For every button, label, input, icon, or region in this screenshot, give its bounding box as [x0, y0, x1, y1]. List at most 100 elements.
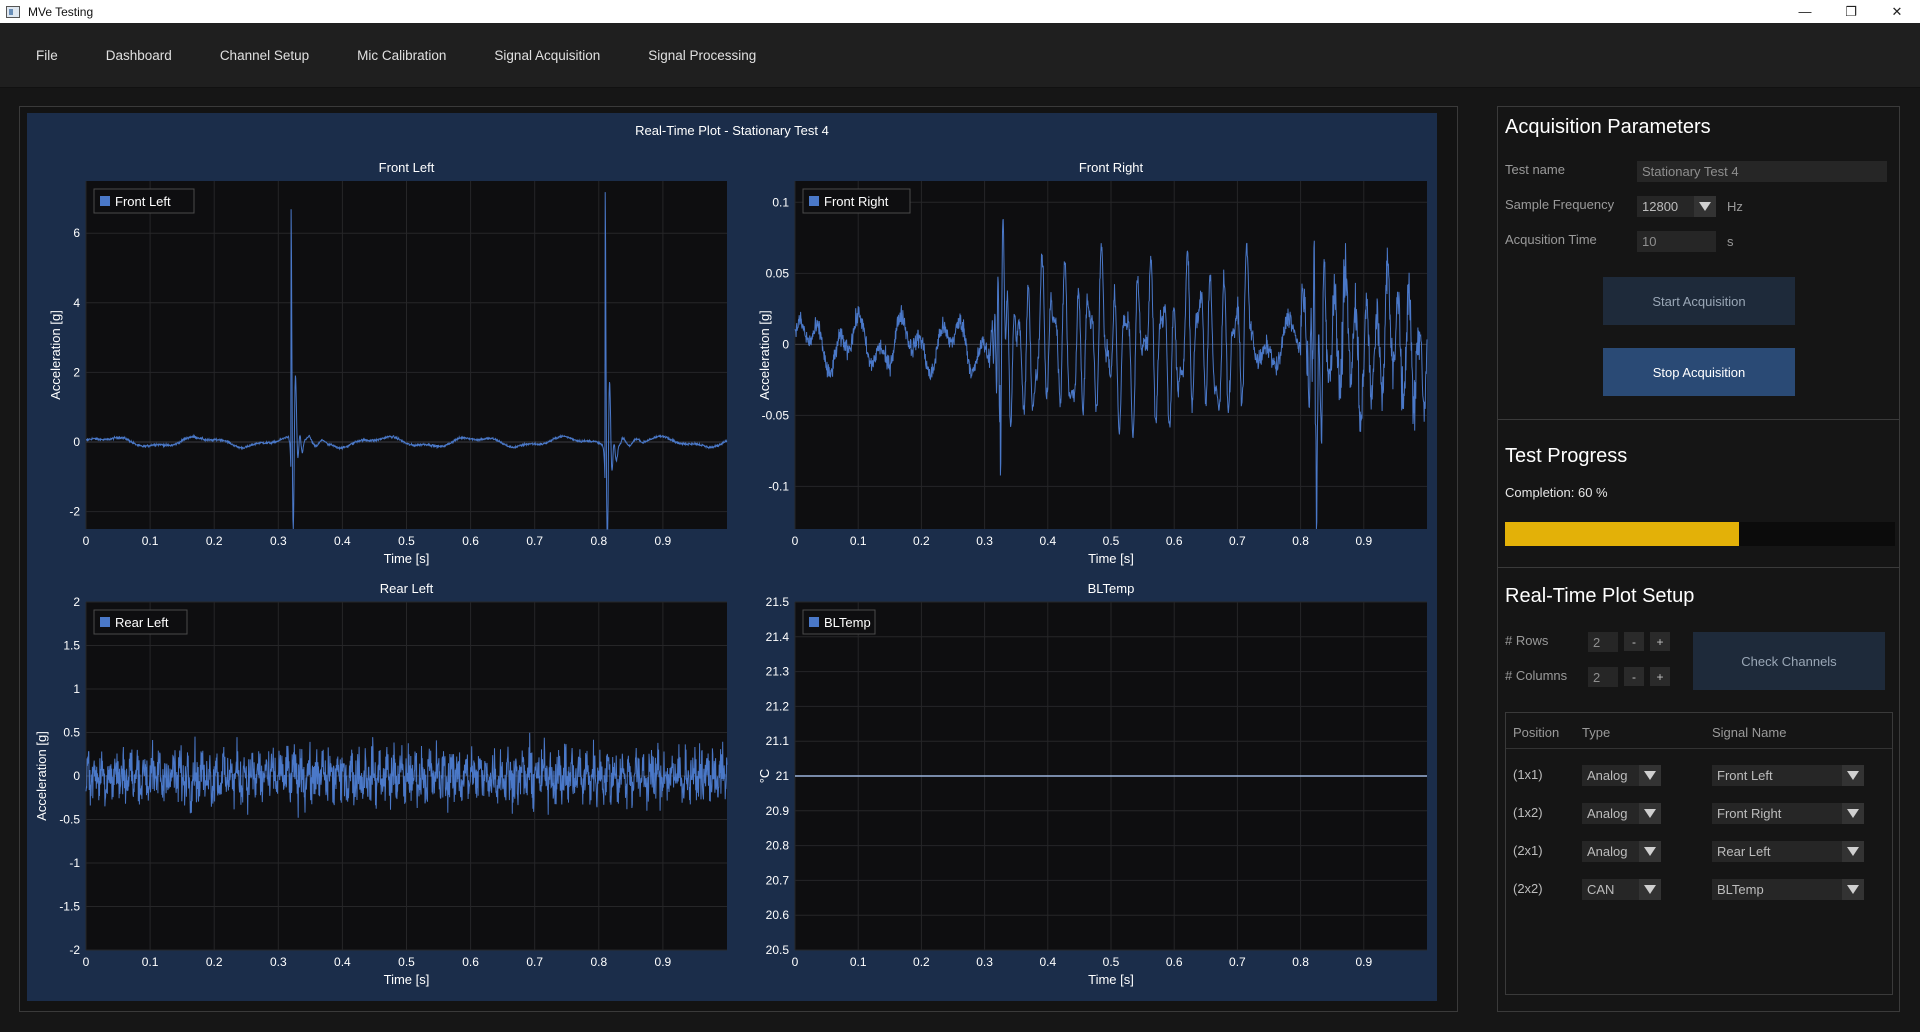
chevron-down-icon[interactable] — [1639, 879, 1661, 900]
x-tick-label: 0.8 — [1292, 534, 1309, 548]
chevron-down-icon[interactable] — [1639, 841, 1661, 862]
type-select[interactable]: Analog — [1582, 803, 1661, 824]
title-bar: MVe Testing — ❐ ✕ — [0, 0, 1920, 23]
header-position: Position — [1513, 725, 1560, 740]
y-tick-label: 0 — [782, 337, 789, 351]
test-name-input[interactable]: Stationary Test 4 — [1637, 161, 1887, 182]
chevron-down-icon[interactable] — [1639, 803, 1661, 824]
signal-name-value: Front Right — [1717, 806, 1782, 821]
y-tick-label: 21.4 — [766, 630, 790, 644]
y-tick-label: 2 — [73, 365, 80, 379]
y-tick-label: 0.1 — [772, 195, 789, 209]
start-acquisition-button[interactable]: Start Acquisition — [1603, 277, 1795, 325]
signal-name-select[interactable]: Rear Left — [1712, 841, 1864, 862]
legend-swatch — [100, 196, 110, 206]
table-header-divider — [1506, 748, 1892, 749]
signal-name-select[interactable]: BLTemp — [1712, 879, 1864, 900]
divider — [1498, 567, 1899, 568]
x-tick-label: 0.5 — [1103, 534, 1120, 548]
sample-frequency-select[interactable]: 12800 — [1637, 196, 1716, 217]
y-tick-label: 0 — [73, 769, 80, 783]
x-tick-label: 0 — [83, 955, 90, 969]
columns-increment-button[interactable]: + — [1650, 667, 1670, 686]
channel-table: Position Type Signal Name (1x1) Analog Fro… — [1505, 712, 1893, 995]
rows-input[interactable]: 2 — [1588, 632, 1618, 652]
x-tick-label: 0.3 — [270, 534, 287, 548]
type-select[interactable]: CAN — [1582, 879, 1661, 900]
close-icon[interactable]: ✕ — [1874, 0, 1920, 23]
x-axis-label: Time [s] — [1088, 972, 1134, 987]
test-name-label: Test name — [1505, 162, 1565, 177]
y-tick-label: 21.1 — [766, 734, 790, 748]
y-tick-label: 0.5 — [63, 726, 80, 740]
x-tick-label: 0.9 — [1355, 534, 1372, 548]
chevron-down-icon[interactable] — [1694, 196, 1716, 217]
y-tick-label: 21.2 — [766, 699, 790, 713]
chevron-down-icon[interactable] — [1842, 879, 1864, 900]
check-channels-button[interactable]: Check Channels — [1693, 632, 1885, 690]
app-icon — [6, 5, 20, 18]
control-panel: Acquisition Parameters Test name Station… — [1497, 106, 1900, 1012]
x-tick-label: 0.1 — [142, 955, 159, 969]
sample-frequency-value: 12800 — [1642, 199, 1679, 214]
y-tick-label: -0.1 — [768, 479, 789, 493]
rows-label: # Rows — [1505, 633, 1549, 648]
position-cell: (2x2) — [1513, 881, 1543, 896]
y-tick-label: -2 — [69, 505, 80, 519]
rows-increment-button[interactable]: + — [1650, 632, 1670, 651]
y-tick-label: 1 — [73, 682, 80, 696]
menu-channel-setup[interactable]: Channel Setup — [196, 48, 333, 63]
sample-frequency-unit: Hz — [1727, 199, 1743, 214]
x-tick-label: 0.7 — [1229, 955, 1246, 969]
x-tick-label: 0.2 — [913, 955, 930, 969]
menu-file[interactable]: File — [0, 48, 82, 63]
restore-icon[interactable]: ❐ — [1828, 0, 1874, 23]
x-tick-label: 0.1 — [850, 955, 867, 969]
legend-swatch — [100, 617, 110, 627]
y-tick-label: 6 — [73, 226, 80, 240]
menu-mic-calibration[interactable]: Mic Calibration — [333, 48, 470, 63]
type-select[interactable]: Analog — [1582, 765, 1661, 786]
legend-swatch — [809, 617, 819, 627]
y-axis-label: Acceleration [g] — [34, 731, 49, 821]
y-tick-label: 20.7 — [766, 873, 790, 887]
progress-bar — [1505, 522, 1895, 546]
signal-name-select[interactable]: Front Left — [1712, 765, 1864, 786]
rows-decrement-button[interactable]: - — [1624, 632, 1644, 651]
window-title: MVe Testing — [28, 4, 94, 19]
menu-dashboard[interactable]: Dashboard — [82, 48, 196, 63]
acquisition-time-input[interactable]: 10 — [1637, 231, 1716, 252]
type-select[interactable]: Analog — [1582, 841, 1661, 862]
legend-label: Front Right — [824, 194, 889, 209]
x-tick-label: 0.1 — [850, 534, 867, 548]
chevron-down-icon[interactable] — [1842, 765, 1864, 786]
x-tick-label: 0.7 — [526, 955, 543, 969]
menu-signal-acquisition[interactable]: Signal Acquisition — [470, 48, 624, 63]
chevron-down-icon[interactable] — [1639, 765, 1661, 786]
menu-signal-processing[interactable]: Signal Processing — [624, 48, 780, 63]
plot-title: Front Left — [379, 160, 435, 175]
position-cell: (2x1) — [1513, 843, 1543, 858]
columns-input[interactable]: 2 — [1588, 667, 1618, 687]
type-value: Analog — [1587, 806, 1628, 821]
columns-decrement-button[interactable]: - — [1624, 667, 1644, 686]
x-tick-label: 0.6 — [462, 955, 479, 969]
x-tick-label: 0.7 — [526, 534, 543, 548]
x-tick-label: 0.9 — [655, 534, 672, 548]
x-tick-label: 0.2 — [206, 955, 223, 969]
x-tick-label: 0.9 — [655, 955, 672, 969]
minimize-icon[interactable]: — — [1782, 0, 1828, 23]
header-signal-name: Signal Name — [1712, 725, 1787, 740]
y-axis-label: Acceleration [g] — [757, 310, 772, 400]
signal-name-select[interactable]: Front Right — [1712, 803, 1864, 824]
y-tick-label: 20.9 — [766, 804, 790, 818]
legend-label: Rear Left — [115, 615, 169, 630]
legend-label: Front Left — [115, 194, 171, 209]
x-tick-label: 0.8 — [590, 955, 607, 969]
plot-title: Rear Left — [380, 581, 434, 596]
stop-acquisition-button[interactable]: Stop Acquisition — [1603, 348, 1795, 396]
chevron-down-icon[interactable] — [1842, 841, 1864, 862]
signal-name-value: Front Left — [1717, 768, 1773, 783]
chevron-down-icon[interactable] — [1842, 803, 1864, 824]
test-progress-title: Test Progress — [1505, 445, 1628, 467]
